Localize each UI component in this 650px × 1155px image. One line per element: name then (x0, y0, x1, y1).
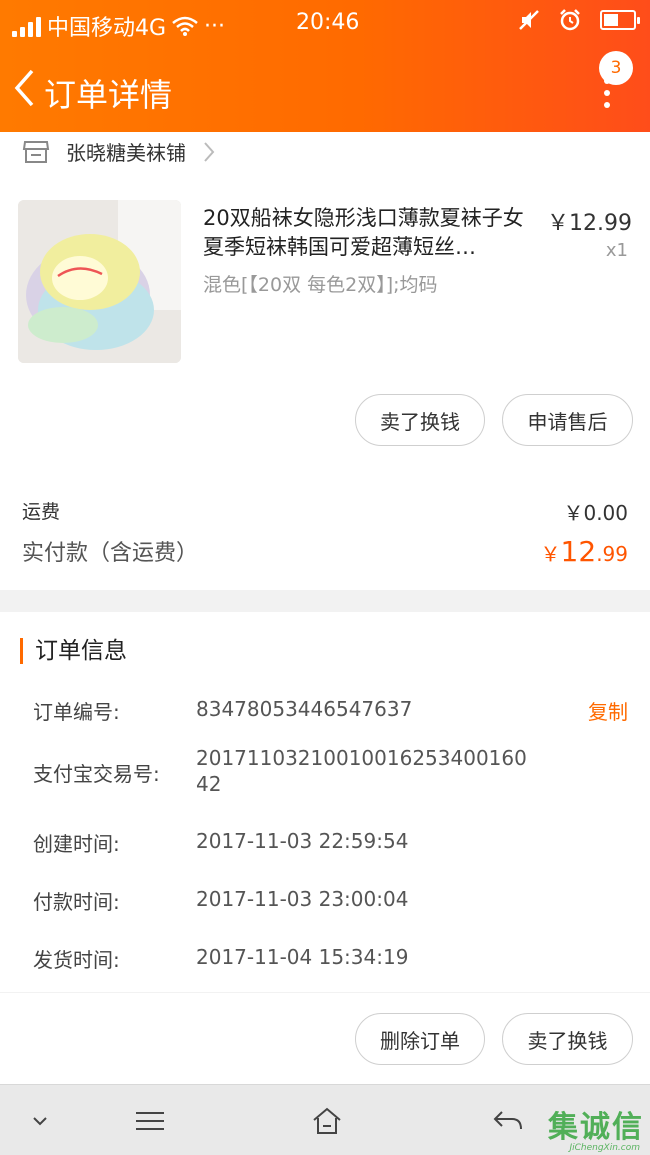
nav-menu-button[interactable] (128, 1085, 172, 1155)
sell-for-cash-bottom-button[interactable]: 卖了换钱 (502, 1013, 633, 1065)
watermark-url: JiChengXin.com (569, 1143, 640, 1153)
paid-time-label: 付款时间: (33, 890, 120, 914)
alarm-icon (560, 9, 580, 31)
paid-amount-value: ￥12.99 (541, 535, 628, 568)
nav-back-button[interactable] (486, 1085, 530, 1155)
product-title[interactable]: 20双船袜女隐形浅口薄款夏袜子女夏季短袜韩国可爱超薄短丝… (203, 204, 541, 262)
sell-for-cash-button[interactable]: 卖了换钱 (355, 394, 485, 446)
battery-icon (600, 10, 640, 30)
status-time: 20:46 (296, 10, 360, 35)
shipped-time-value: 2017-11-04 15:34:19 (196, 945, 409, 969)
store-icon (22, 140, 50, 163)
paid-time-value: 2017-11-03 23:00:04 (196, 887, 409, 911)
menu-icon (136, 1111, 164, 1130)
copy-order-number-button[interactable]: 复制 (588, 696, 628, 725)
chevron-right-icon (204, 141, 215, 162)
back-arrow-icon (493, 1110, 522, 1129)
paid-integer: 12 (560, 535, 597, 568)
order-info-card (0, 612, 650, 992)
signal-icon (12, 15, 41, 37)
created-time-label: 创建时间: (33, 832, 120, 856)
product-thumbnail[interactable] (18, 200, 181, 363)
status-bar: 中国移动4G ··· 20:46 (0, 0, 650, 48)
page-title: 订单详情 (44, 76, 173, 114)
shop-link[interactable]: 张晓糖美袜铺 (22, 137, 216, 166)
top-bar: 中国移动4G ··· 20:46 订单详情 3 (0, 0, 650, 132)
nav-collapse-button[interactable] (20, 1085, 60, 1155)
paid-currency: ￥ (540, 542, 561, 566)
shipping-value: ￥0.00 (563, 501, 628, 525)
order-number-value: 83478053446547637 (196, 697, 413, 721)
paid-amount-label: 实付款（含运费） (22, 541, 199, 566)
alipay-trade-number-value: 20171103210010016253400160 42 (196, 746, 527, 796)
shipped-time-label: 发货时间: (33, 948, 120, 972)
nav-home-button[interactable] (305, 1085, 349, 1155)
order-info-title: 订单信息 (20, 638, 127, 664)
wifi-icon (172, 16, 198, 36)
back-button[interactable] (8, 66, 40, 110)
status-more-indicator: ··· (204, 13, 226, 39)
apply-after-sale-button[interactable]: 申请售后 (502, 394, 633, 446)
watermark-logo: 集诚信 (548, 1110, 644, 1145)
product-quantity: x1 (605, 240, 628, 261)
product-spec: 混色[【20双 每色2双】];均码 (203, 274, 438, 296)
product-price: ￥12.99 (547, 211, 632, 236)
delete-order-button[interactable]: 删除订单 (355, 1013, 485, 1065)
paid-decimal: .99 (596, 542, 628, 566)
carrier-label: 中国移动4G (47, 16, 167, 41)
shipping-label: 运费 (22, 501, 61, 523)
alipay-trade-number-label: 支付宝交易号: (33, 762, 160, 786)
order-number-label: 订单编号: (33, 700, 120, 724)
chevron-left-icon (14, 69, 34, 107)
status-left: 中国移动4G ··· (12, 10, 225, 42)
status-right (518, 8, 640, 32)
shop-name: 张晓糖美袜铺 (66, 141, 186, 165)
created-time-value: 2017-11-03 22:59:54 (196, 829, 409, 853)
chevron-down-icon (33, 1116, 47, 1125)
home-icon (313, 1107, 341, 1134)
mute-icon (519, 10, 539, 30)
sock-product-photo-icon (18, 200, 181, 363)
notification-badge: 3 (599, 51, 633, 85)
